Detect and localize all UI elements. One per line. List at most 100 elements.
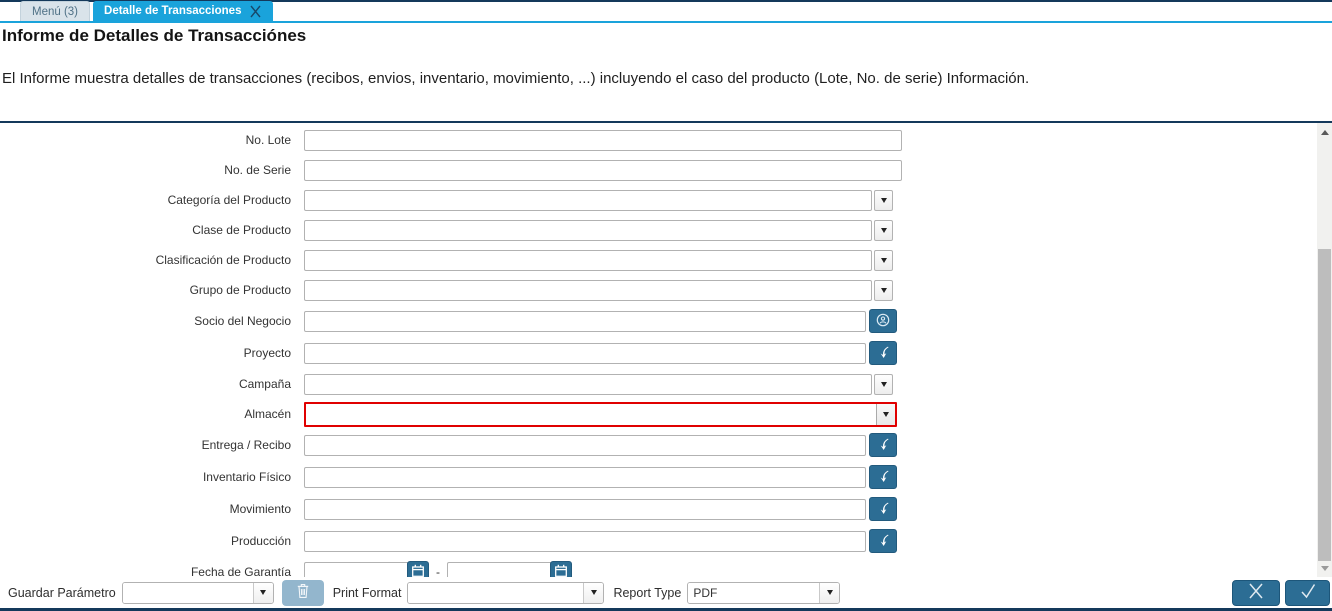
chevron-down-icon bbox=[590, 590, 597, 595]
cancel-button[interactable] bbox=[1232, 579, 1280, 606]
chevron-down-icon bbox=[880, 381, 887, 387]
field-label-movimiento: Movimiento bbox=[229, 502, 291, 516]
field-label-proyecto: Proyecto bbox=[243, 346, 291, 360]
clasificacion-de-producto-combobox bbox=[304, 249, 893, 271]
calendar-icon bbox=[411, 564, 425, 578]
tab-detalle-de-transacciones[interactable]: Detalle de Transacciones bbox=[93, 1, 274, 21]
clase-de-producto-input[interactable] bbox=[304, 219, 872, 241]
campana-input[interactable] bbox=[304, 373, 872, 395]
scrollbar[interactable] bbox=[1317, 123, 1332, 577]
scrollbar-down-arrow[interactable] bbox=[1317, 561, 1332, 575]
field-label-no-de-serie: No. de Serie bbox=[224, 163, 291, 177]
proyecto-input[interactable] bbox=[304, 342, 866, 364]
almacen-dropdown-button[interactable] bbox=[876, 403, 895, 425]
save-parameter-input[interactable] bbox=[122, 582, 253, 603]
clasificacion-de-producto-input[interactable] bbox=[304, 249, 872, 271]
field-label-grupo-de-producto: Grupo de Producto bbox=[189, 283, 291, 297]
report-type-input[interactable] bbox=[688, 582, 820, 603]
field-label-no-lote: No. Lote bbox=[245, 133, 291, 147]
clasificacion-de-producto-dropdown-button[interactable] bbox=[874, 249, 893, 271]
print-format-label: Print Format bbox=[332, 585, 402, 600]
report-type-combobox bbox=[687, 581, 841, 604]
chevron-down-icon bbox=[880, 197, 887, 203]
fecha-garantia-hasta-input[interactable] bbox=[447, 561, 551, 577]
record-lookup-icon bbox=[875, 468, 891, 487]
field-label-socio-del-negocio: Socio del Negocio bbox=[194, 314, 291, 328]
produccion-lookup-button[interactable] bbox=[869, 529, 897, 553]
clase-de-producto-dropdown-button[interactable] bbox=[874, 219, 893, 241]
print-format-combobox bbox=[407, 581, 605, 604]
business-partner-icon bbox=[875, 312, 891, 331]
field-label-inventario-fisico: Inventario Físico bbox=[202, 470, 291, 484]
report-description: El Informe muestra detalles de transacci… bbox=[2, 70, 1030, 87]
row-socio-del-negocio: Socio del Negocio bbox=[0, 305, 1332, 337]
field-label-categoria-del-producto: Categoría del Producto bbox=[167, 193, 291, 207]
ok-button[interactable] bbox=[1285, 579, 1330, 606]
movimiento-input[interactable] bbox=[304, 498, 866, 520]
socio-del-negocio-input[interactable] bbox=[304, 310, 866, 332]
chevron-down-icon bbox=[880, 287, 887, 293]
fecha-garantia-desde-calendar-button[interactable] bbox=[407, 561, 429, 577]
socio-del-negocio-lookup-button[interactable] bbox=[869, 309, 897, 333]
print-format-dropdown-button[interactable] bbox=[583, 582, 604, 603]
inventario-fisico-lookup-button[interactable] bbox=[869, 465, 897, 489]
fecha-garantia-desde-input[interactable] bbox=[304, 561, 408, 577]
categoria-del-producto-input[interactable] bbox=[304, 189, 872, 211]
tab-bar: Menú (3) Detalle de Transacciones bbox=[0, 1, 1332, 23]
row-proyecto: Proyecto bbox=[0, 337, 1332, 369]
row-campana: Campaña bbox=[0, 369, 1332, 399]
save-parameter-combobox bbox=[121, 581, 274, 604]
print-format-input[interactable] bbox=[408, 582, 584, 603]
field-label-produccion: Producción bbox=[230, 534, 291, 548]
calendar-icon bbox=[554, 564, 568, 578]
chevron-down-icon bbox=[883, 411, 889, 417]
scrollbar-thumb[interactable] bbox=[1318, 249, 1331, 561]
no-lote-input[interactable] bbox=[304, 129, 902, 151]
chevron-down-icon bbox=[260, 590, 267, 595]
row-inventario-fisico: Inventario Físico bbox=[0, 461, 1332, 493]
tab-menu-label: Menú (3) bbox=[32, 5, 79, 18]
categoria-del-producto-dropdown-button[interactable] bbox=[874, 189, 893, 211]
save-parameter-label: Guardar Parámetro bbox=[8, 585, 116, 600]
no-de-serie-input[interactable] bbox=[304, 159, 902, 181]
entrega-recibo-lookup-button[interactable] bbox=[869, 433, 897, 457]
ok-check-icon bbox=[1298, 582, 1318, 603]
grupo-de-producto-input[interactable] bbox=[304, 279, 872, 301]
footer-bar: Guardar Parámetro Print Format Report Ty… bbox=[0, 577, 1332, 608]
row-no-lote: No. Lote bbox=[0, 125, 1332, 155]
tab-detalle-label: Detalle de Transacciones bbox=[104, 5, 242, 17]
field-label-clasificacion-de-producto: Clasificación de Producto bbox=[155, 253, 291, 267]
almacen-input[interactable] bbox=[306, 403, 876, 425]
close-tab-icon[interactable] bbox=[249, 5, 262, 18]
record-lookup-icon bbox=[875, 500, 891, 519]
campana-dropdown-button[interactable] bbox=[874, 373, 893, 395]
scrollbar-up-arrow[interactable] bbox=[1317, 125, 1332, 139]
produccion-input[interactable] bbox=[304, 530, 866, 552]
record-lookup-icon bbox=[875, 344, 891, 363]
parameter-panel: No. Lote No. de Serie Categoría del Prod… bbox=[0, 121, 1332, 577]
delete-parameter-button[interactable] bbox=[281, 579, 324, 606]
movimiento-lookup-button[interactable] bbox=[869, 497, 897, 521]
proyecto-lookup-button[interactable] bbox=[869, 341, 897, 365]
fecha-garantia-hasta-calendar-button[interactable] bbox=[550, 561, 572, 577]
field-label-almacen: Almacén bbox=[244, 407, 291, 421]
save-parameter-dropdown-button[interactable] bbox=[252, 582, 273, 603]
categoria-del-producto-combobox bbox=[304, 189, 893, 211]
row-almacen: Almacén bbox=[0, 399, 1332, 429]
field-label-fecha-de-garantia: Fecha de Garantía bbox=[190, 565, 291, 577]
inventario-fisico-input[interactable] bbox=[304, 466, 866, 488]
grupo-de-producto-combobox bbox=[304, 279, 893, 301]
tab-menu[interactable]: Menú (3) bbox=[20, 1, 91, 21]
date-range-separator: - bbox=[436, 565, 440, 577]
page-title: Informe de Detalles de Transacciónes bbox=[2, 26, 307, 45]
row-clase-de-producto: Clase de Producto bbox=[0, 215, 1332, 245]
report-type-dropdown-button[interactable] bbox=[819, 582, 840, 603]
entrega-recibo-input[interactable] bbox=[304, 434, 866, 456]
row-movimiento: Movimiento bbox=[0, 493, 1332, 525]
field-label-clase-de-producto: Clase de Producto bbox=[192, 223, 291, 237]
report-type-label: Report Type bbox=[613, 585, 682, 600]
grupo-de-producto-dropdown-button[interactable] bbox=[874, 279, 893, 301]
clase-de-producto-combobox bbox=[304, 219, 893, 241]
parameter-rows: No. Lote No. de Serie Categoría del Prod… bbox=[0, 123, 1332, 577]
campana-combobox bbox=[304, 373, 893, 395]
